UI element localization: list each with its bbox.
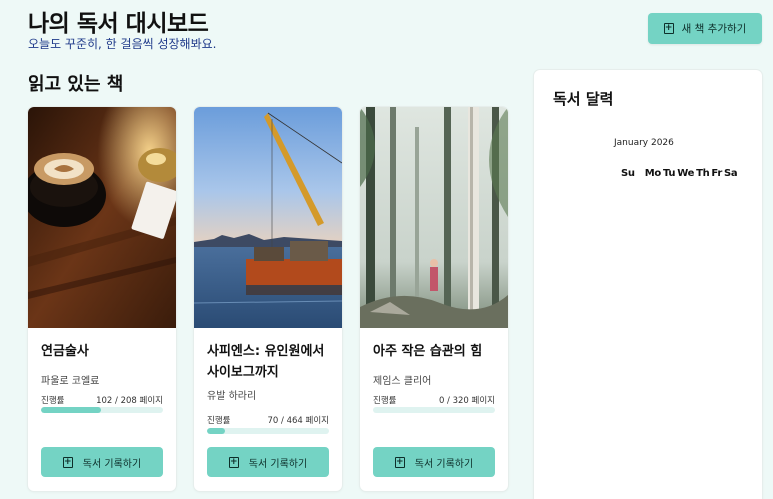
log-book-icon <box>228 455 239 469</box>
log-reading-button[interactable]: 독서 기록하기 <box>373 447 495 477</box>
book-author: 파울로 코엘료 <box>41 376 100 387</box>
page-subtitle: 오늘도 꾸준히, 한 걸음씩 성장해봐요. <box>28 37 217 51</box>
weekday-label: Su <box>621 168 635 179</box>
book-card: 연금술사 파울로 코엘료 진행률 102 / 208 페이지 독서 기록하기 <box>28 107 176 491</box>
book-card: 사피엔스: 유인원에서 사이보그까지 유발 하라리 진행률 70 / 464 페… <box>194 107 342 491</box>
weekday-label: We <box>677 168 695 179</box>
add-book-icon <box>663 21 674 35</box>
weekday-label: Tu <box>662 168 676 179</box>
calendar-panel: 독서 달력 January 2026 Su Mo Tu We Th Fr Sa <box>534 70 762 499</box>
calendar-month: January 2026 <box>614 138 674 148</box>
log-reading-label: 독서 기록하기 <box>248 458 308 470</box>
log-reading-label: 독서 기록하기 <box>414 458 474 470</box>
log-book-icon <box>394 455 405 469</box>
progress-label: 진행률 <box>207 416 231 426</box>
add-book-label: 새 책 추가하기 <box>681 23 747 35</box>
book-author: 제임스 클리어 <box>373 376 432 387</box>
log-reading-button[interactable]: 독서 기록하기 <box>207 447 329 477</box>
page-title: 나의 독서 대시보드 <box>28 11 209 37</box>
progress-fill <box>41 407 101 413</box>
weekday-label: Sa <box>723 168 738 179</box>
progress-bar <box>373 407 495 413</box>
log-reading-button[interactable]: 독서 기록하기 <box>41 447 163 477</box>
weekday-label: Mo <box>644 168 662 179</box>
weekday-label: Th <box>696 168 710 179</box>
progress-pages: 0 / 320 페이지 <box>438 396 495 406</box>
weekday-label: Fr <box>711 168 722 179</box>
progress-bar <box>207 428 329 434</box>
book-cover-harbor-crane-icon <box>194 107 342 328</box>
book-title: 연금술사 <box>41 344 89 359</box>
book-author: 유발 하라리 <box>207 391 257 402</box>
book-title: 아주 작은 습관의 힘 <box>373 344 483 359</box>
progress-bar <box>41 407 163 413</box>
progress-fill <box>207 428 226 434</box>
progress-label: 진행률 <box>373 396 397 406</box>
progress-label: 진행률 <box>41 396 65 406</box>
progress-pages: 102 / 208 페이지 <box>96 396 163 406</box>
weekday-row: Su Mo Tu We Th Fr Sa <box>621 168 738 179</box>
log-book-icon <box>62 455 73 469</box>
progress-pages: 70 / 464 페이지 <box>267 416 329 426</box>
section-title: 읽고 있는 책 <box>28 74 124 95</box>
book-cover-forest-icon <box>360 107 508 328</box>
book-title: 사피엔스: 유인원에서 사이보그까지 <box>207 344 325 380</box>
book-card: 아주 작은 습관의 힘 제임스 클리어 진행률 0 / 320 페이지 독서 기… <box>360 107 508 491</box>
add-book-button[interactable]: 새 책 추가하기 <box>648 13 762 44</box>
calendar-title: 독서 달력 <box>553 90 614 108</box>
book-cover-coffee-cup-icon <box>28 107 176 328</box>
log-reading-label: 독서 기록하기 <box>82 458 142 470</box>
